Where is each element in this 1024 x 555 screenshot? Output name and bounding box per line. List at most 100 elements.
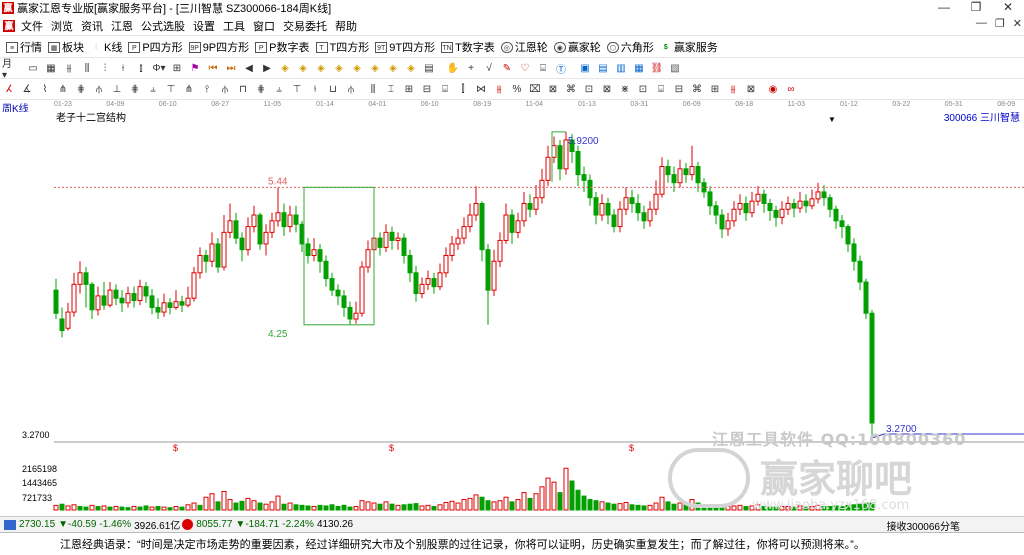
angle-icon[interactable]: ∡ — [20, 82, 34, 96]
minimize-button[interactable]: — — [928, 0, 960, 16]
hand-icon[interactable]: ✋ — [446, 61, 460, 75]
toolbar-quote-button[interactable]: ≡ 行情 — [6, 39, 42, 55]
draw-cross-icon[interactable]: ⟊ — [116, 61, 130, 75]
tool-23-icon[interactable]: ⌸ — [438, 82, 452, 96]
pencil-icon[interactable]: ✎ — [500, 61, 514, 75]
tool-20-icon[interactable]: ⌶ — [384, 82, 398, 96]
kline-chart[interactable]: 老子十二宫结构 ▼ 300066 三川智慧 5.9200 3.2700 5.44 4.… — [0, 112, 1024, 516]
draw-ruler-icon[interactable]: ⊞ — [170, 61, 184, 75]
tool-39-icon[interactable]: ⫵ — [726, 82, 740, 96]
line-tool-14-icon[interactable]: ⫨ — [272, 82, 286, 96]
line-tool-3-icon[interactable]: ⋕ — [74, 82, 88, 96]
gann-diamond-8-icon[interactable]: ◈ — [404, 61, 418, 75]
tool-35-icon[interactable]: ⌸ — [654, 82, 668, 96]
toolbar-t-number-button[interactable]: TN T数字表 — [441, 39, 495, 55]
tool-36-icon[interactable]: ⊟ — [672, 82, 686, 96]
line-tool-5-icon[interactable]: ⊥ — [110, 82, 124, 96]
draw-scale-icon[interactable]: ▭ — [26, 61, 40, 75]
gann-diamond-4-icon[interactable]: ◈ — [332, 61, 346, 75]
menu-help[interactable]: 帮助 — [335, 18, 357, 34]
menu-window[interactable]: 窗口 — [253, 18, 275, 34]
gann-diamond-7-icon[interactable]: ◈ — [386, 61, 400, 75]
tool-28-icon[interactable]: ⌧ — [528, 82, 542, 96]
percent-icon[interactable]: % — [510, 82, 524, 96]
tool-26-icon[interactable]: ⫵ — [492, 82, 506, 96]
text-icon[interactable]: Ⓣ — [554, 61, 568, 76]
menu-trade[interactable]: 交易委托 — [283, 18, 327, 34]
tool-34-icon[interactable]: ⊡ — [636, 82, 650, 96]
gann-diamond-3-icon[interactable]: ◈ — [314, 61, 328, 75]
line-tool-8-icon[interactable]: ⊤ — [164, 82, 178, 96]
tool-21-icon[interactable]: ⊞ — [402, 82, 416, 96]
gann-diamond-1-icon[interactable]: ◈ — [278, 61, 292, 75]
calendar-icon[interactable]: ▥ — [614, 61, 628, 75]
tool-22-icon[interactable]: ⊟ — [420, 82, 434, 96]
tool-33-icon[interactable]: ⋇ — [618, 82, 632, 96]
menu-info[interactable]: 资讯 — [81, 18, 103, 34]
heart-icon[interactable]: ♡ — [518, 61, 532, 75]
line-tool-13-icon[interactable]: ⋕ — [254, 82, 268, 96]
draw-grid-icon[interactable]: ▦ — [44, 61, 58, 75]
table-icon[interactable]: ▦ — [632, 61, 646, 75]
period-month-icon[interactable]: 月▾ — [2, 59, 16, 81]
tool-30-icon[interactable]: ⌘ — [564, 82, 578, 96]
tool-32-icon[interactable]: ⊠ — [600, 82, 614, 96]
check-icon[interactable]: √ — [482, 61, 496, 75]
nav-first-icon[interactable]: ⏮ — [206, 61, 220, 75]
line-tool-2-icon[interactable]: ⋔ — [56, 82, 70, 96]
line-tool-12-icon[interactable]: ⊓ — [236, 82, 250, 96]
maximize-button[interactable]: ❐ — [960, 0, 992, 16]
link-icon[interactable]: ⛓ — [650, 61, 664, 75]
menu-settings[interactable]: 设置 — [193, 18, 215, 34]
toolbar-block-button[interactable]: ▦ 板块 — [48, 39, 84, 55]
line-tool-6-icon[interactable]: ⋕ — [128, 82, 142, 96]
line-tool-10-icon[interactable]: ⫯ — [200, 82, 214, 96]
close-button[interactable]: ✕ — [992, 0, 1024, 16]
mdi-minimize-button[interactable]: — — [976, 17, 987, 30]
chip-icon[interactable]: ▧ — [668, 61, 682, 75]
sh-index[interactable]: 2730.15 ▼-40.59 -1.46% 3926.61亿 — [4, 517, 180, 532]
toolbar-9t-square-button[interactable]: 9T 9T四方形 — [375, 39, 435, 55]
line-tool-18-icon[interactable]: ⫛ — [344, 82, 358, 96]
nav-left-icon[interactable]: ◀ — [242, 61, 256, 75]
menu-tools[interactable]: 工具 — [223, 18, 245, 34]
gann-diamond-5-icon[interactable]: ◈ — [350, 61, 364, 75]
gann-grid-icon[interactable]: ▤ — [422, 61, 436, 75]
fork-icon[interactable]: ⵃ — [2, 82, 16, 96]
line-tool-1-icon[interactable]: ⌇ — [38, 82, 52, 96]
gann-diamond-2-icon[interactable]: ◈ — [296, 61, 310, 75]
draw-bar-icon[interactable]: ⫼ — [80, 61, 94, 75]
line-tool-11-icon[interactable]: ⫛ — [218, 82, 232, 96]
gann-diamond-6-icon[interactable]: ◈ — [368, 61, 382, 75]
line-tool-9-icon[interactable]: ⋔ — [182, 82, 196, 96]
draw-level-icon[interactable]: ⫾ — [134, 61, 148, 75]
tool-29-icon[interactable]: ⊠ — [546, 82, 560, 96]
draw-flag-icon[interactable]: ⚑ — [188, 61, 202, 75]
mdi-restore-button[interactable]: ❐ — [995, 17, 1005, 30]
line-tool-15-icon[interactable]: ⊤ — [290, 82, 304, 96]
window-icon[interactable]: ▤ — [596, 61, 610, 75]
mdi-close-button[interactable]: ✕ — [1013, 17, 1022, 30]
tool-40-icon[interactable]: ⊠ — [744, 82, 758, 96]
menu-gann[interactable]: 江恩 — [111, 18, 133, 34]
tool-37-icon[interactable]: ⌘ — [690, 82, 704, 96]
line-tool-4-icon[interactable]: ⫛ — [92, 82, 106, 96]
sz-index[interactable]: 8055.77 ▼-184.71 -2.24% 4130.26 — [182, 519, 353, 530]
color-wheel-icon[interactable]: ◉ — [766, 82, 780, 96]
toolbar-9p-square-button[interactable]: 9P 9P四方形 — [188, 39, 249, 55]
tool-19-icon[interactable]: ⫼ — [366, 82, 380, 96]
menu-formula[interactable]: 公式选股 — [141, 18, 185, 34]
tool-24-icon[interactable]: ⫿ — [456, 82, 470, 96]
nav-last-icon[interactable]: ⏭ — [224, 61, 238, 75]
gift-icon[interactable]: ⌸ — [536, 61, 550, 75]
draw-step-icon[interactable]: ⫶ — [98, 61, 112, 75]
menu-browse[interactable]: 浏览 — [51, 18, 73, 34]
infinity-icon[interactable]: ∞ — [784, 82, 798, 96]
line-tool-7-icon[interactable]: ⫨ — [146, 82, 160, 96]
nav-right-icon[interactable]: ▶ — [260, 61, 274, 75]
plus-icon[interactable]: + — [464, 61, 478, 75]
toolbar-p-square-button[interactable]: P P四方形 — [128, 39, 183, 55]
toolbar-hexagon-button[interactable]: ⬡ 六角形 — [606, 39, 654, 55]
tool-25-icon[interactable]: ⋈ — [474, 82, 488, 96]
toolbar-gann-wheel-button[interactable]: ◎ 江恩轮 — [500, 39, 548, 55]
